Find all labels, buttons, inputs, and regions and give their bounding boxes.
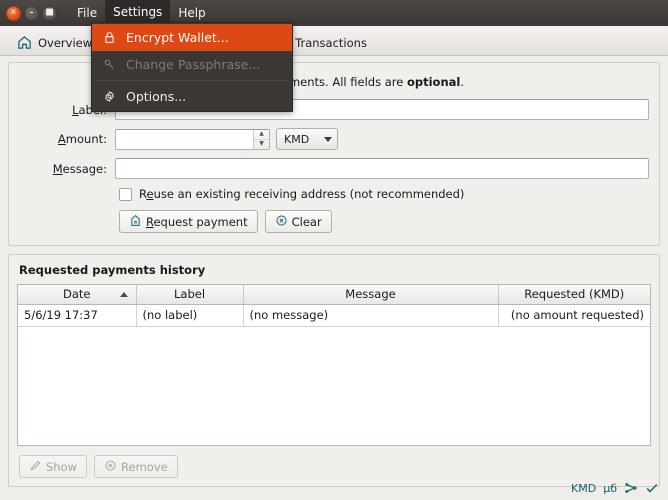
tab-transactions-label: Transactions [295,35,367,50]
remove-icon [104,459,117,475]
sync-check-icon[interactable] [645,481,659,495]
message-row: Message: [19,158,649,179]
history-table-container[interactable]: Date Label Message Requested (KMD) 5/6/1… [17,284,651,446]
status-bar: KMD µб [0,476,668,500]
request-payment-button[interactable]: Request payment [119,210,258,233]
minimize-window-icon[interactable]: – [24,5,39,21]
minimize-glyph: – [29,7,34,17]
column-header-date[interactable]: Date [18,285,137,305]
clear-label: Clear [291,214,322,229]
menu-item-change-passphrase-label: Change Passphrase... [126,57,261,72]
table-row[interactable]: 5/6/19 17:37 (no label) (no message) (no… [18,304,650,327]
tab-overview[interactable]: Overview [6,29,103,55]
amount-input[interactable] [116,129,253,149]
settings-dropdown-menu: Encrypt Wallet... Change Passphrase... O… [91,22,293,112]
menu-item-change-passphrase: Change Passphrase... [92,51,292,78]
column-header-date-label: Date [63,287,91,302]
sort-ascending-icon [119,292,128,298]
history-button-row: Show Remove [19,455,651,478]
key-icon [92,58,126,71]
menu-item-encrypt-wallet-label: Encrypt Wallet... [126,30,229,45]
cell-requested: (no amount requested) [498,304,650,327]
column-header-requested[interactable]: Requested (KMD) [498,285,650,305]
requested-payments-history-panel: Requested payments history Date Label Me… [8,254,660,487]
remove-button: Remove [94,455,178,478]
history-table-body: 5/6/19 17:37 (no label) (no message) (no… [18,304,650,327]
show-button: Show [19,455,88,478]
application-window: ✕ – ■ File Settings Help Overview Send [0,0,668,500]
home-icon [17,35,32,50]
close-glyph: ✕ [10,7,17,17]
gear-icon [92,90,126,103]
form-hint-suffix: . [460,75,465,89]
history-table: Date Label Message Requested (KMD) 5/6/1… [18,285,650,327]
window-controls: ✕ – ■ [6,5,57,21]
main-content: Use this form to request payments. All f… [0,56,668,487]
network-icon[interactable] [624,481,638,495]
amount-row: Amount: ▲ ▼ KMD [19,128,649,150]
unit-select-value: KMD [284,132,310,146]
spin-up-icon[interactable]: ▲ [254,130,269,140]
menu-item-options[interactable]: Options... [92,83,292,110]
reuse-address-label: Reuse an existing receiving address (not… [139,187,465,201]
form-button-row: Request payment Clear [119,210,649,233]
history-title: Requested payments history [19,263,206,277]
reuse-address-checkbox[interactable] [119,187,132,201]
form-hint-bold: optional [406,75,461,89]
show-label: Show [46,459,78,474]
spin-down-icon[interactable]: ▼ [254,140,269,149]
clear-icon [275,214,288,230]
maximize-window-icon[interactable]: ■ [42,5,57,21]
amount-spin-buttons[interactable]: ▲ ▼ [253,129,269,149]
amount-field-label: Amount: [57,132,107,146]
show-icon [29,459,42,475]
clear-button[interactable]: Clear [264,210,332,233]
column-header-label[interactable]: Label [136,285,244,305]
cell-date: 5/6/19 17:37 [18,304,137,327]
close-window-icon[interactable]: ✕ [6,5,21,21]
menu-separator [98,80,286,81]
reuse-address-checkbox-row[interactable]: Reuse an existing receiving address (not… [119,187,649,201]
request-payment-icon [129,214,142,230]
message-field-label: Message: [52,161,107,176]
lock-icon [92,31,126,44]
request-payment-label: Request payment [146,214,248,229]
amount-stepper[interactable]: ▲ ▼ [115,128,270,150]
menu-item-encrypt-wallet[interactable]: Encrypt Wallet... [92,24,292,51]
tab-overview-label: Overview [38,35,93,50]
status-unit-label[interactable]: KMD [571,482,596,495]
remove-label: Remove [121,459,168,474]
maximize-glyph: ■ [45,7,54,17]
column-header-message[interactable]: Message [243,285,499,305]
status-unit-sub-label[interactable]: µб [603,482,617,495]
cell-message: (no message) [243,304,499,327]
chevron-down-icon [324,136,332,142]
menu-item-options-label: Options... [126,89,187,104]
cell-label: (no label) [136,304,244,327]
unit-select[interactable]: KMD [276,128,338,150]
message-input[interactable] [115,158,649,179]
table-header-row: Date Label Message Requested (KMD) [18,285,650,305]
